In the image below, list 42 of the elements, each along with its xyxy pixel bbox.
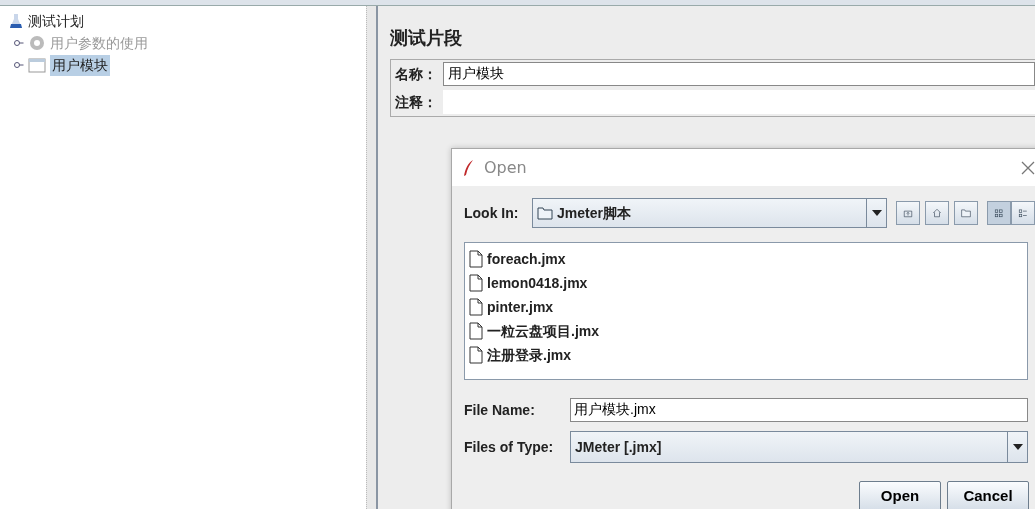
text-field[interactable]: 用户模块 bbox=[443, 62, 1035, 86]
open-button[interactable]: Open bbox=[859, 481, 941, 509]
new-folder-button[interactable] bbox=[954, 201, 978, 225]
file-icon bbox=[469, 346, 483, 364]
splitter[interactable] bbox=[366, 6, 378, 509]
flask-icon bbox=[8, 13, 24, 29]
file-item[interactable]: foreach.jmx bbox=[487, 248, 566, 270]
file-item[interactable]: pinter.jmx bbox=[487, 296, 554, 318]
panel-title: 测试片段 bbox=[390, 26, 463, 50]
close-icon bbox=[1020, 159, 1035, 176]
folder-name: Jmeter脚本 bbox=[557, 203, 631, 223]
caret-icon bbox=[870, 209, 883, 217]
field-label: Files of Type: bbox=[464, 437, 555, 457]
list-view-button[interactable] bbox=[987, 201, 1011, 225]
caret-icon bbox=[1011, 443, 1024, 451]
field-label: 注释： bbox=[394, 92, 438, 112]
look-in-dropdown[interactable]: Jmeter脚本 bbox=[532, 198, 887, 228]
file-name-field[interactable]: 用户模块.jmx bbox=[570, 398, 1028, 422]
gear-icon bbox=[28, 34, 46, 52]
file-icon bbox=[469, 274, 483, 292]
details-view-button[interactable] bbox=[1011, 201, 1035, 225]
file-item[interactable]: lemon0418.jmx bbox=[487, 272, 588, 294]
home-button[interactable] bbox=[925, 201, 949, 225]
fragment-icon bbox=[28, 57, 46, 73]
up-folder-button[interactable] bbox=[896, 201, 920, 225]
file-item[interactable]: 注册登录.jmx bbox=[487, 344, 571, 366]
tree-item[interactable]: 用户模块 bbox=[50, 54, 110, 76]
file-icon bbox=[469, 322, 483, 340]
file-type-dropdown[interactable]: JMeter [.jmx] bbox=[570, 431, 1028, 463]
file-icon bbox=[469, 250, 483, 268]
dialog-title: Open bbox=[484, 156, 528, 179]
field-label: 名称： bbox=[394, 64, 438, 84]
file-icon bbox=[469, 298, 483, 316]
file-item[interactable]: 一粒云盘项目.jmx bbox=[487, 320, 599, 342]
tree-item[interactable]: 测试计划 bbox=[28, 10, 84, 32]
connector-icon bbox=[14, 61, 24, 69]
feather-icon bbox=[462, 158, 474, 177]
cancel-button[interactable]: Cancel bbox=[947, 481, 1029, 509]
field-label: File Name: bbox=[464, 400, 536, 420]
field-label: Look In: bbox=[464, 203, 520, 223]
folder-icon bbox=[537, 205, 553, 221]
connector-icon bbox=[14, 39, 24, 47]
